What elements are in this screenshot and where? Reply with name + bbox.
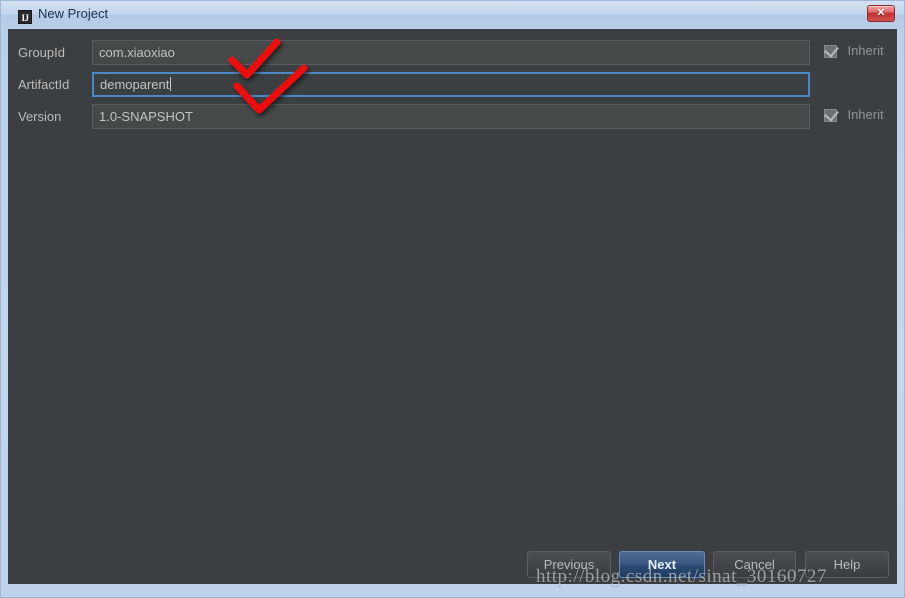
watermark-text: http://blog.csdn.net/sinat_30160727 bbox=[536, 566, 827, 587]
dialog-content: GroupId com.xiaoxiao Inherit ArtifactId … bbox=[8, 29, 897, 584]
intellij-idea-icon: IJ bbox=[18, 10, 32, 24]
label-artifactid: ArtifactId bbox=[18, 77, 70, 92]
inherit-version-checkbox[interactable] bbox=[824, 106, 839, 122]
form-row-version: Version 1.0-SNAPSHOT Inherit bbox=[8, 104, 897, 132]
window-title: New Project bbox=[38, 6, 109, 21]
version-input[interactable]: 1.0-SNAPSHOT bbox=[92, 104, 810, 129]
close-icon[interactable]: ✕ bbox=[867, 5, 895, 22]
inherit-groupid-checkbox[interactable] bbox=[824, 42, 839, 58]
inherit-groupid-label: Inherit bbox=[847, 43, 884, 58]
title-bar[interactable]: IJ New Project ✕ bbox=[0, 0, 905, 29]
form-row-groupid: GroupId com.xiaoxiao Inherit bbox=[8, 40, 897, 68]
artifactid-input[interactable]: demoparent bbox=[92, 72, 810, 97]
inherit-version[interactable]: Inherit bbox=[824, 106, 884, 127]
inherit-version-label: Inherit bbox=[847, 107, 884, 122]
form-row-artifactid: ArtifactId demoparent bbox=[8, 72, 897, 100]
text-caret bbox=[170, 77, 172, 91]
check-icon bbox=[824, 42, 839, 58]
inherit-groupid[interactable]: Inherit bbox=[824, 42, 884, 63]
check-icon bbox=[824, 106, 839, 122]
close-glyph: ✕ bbox=[876, 7, 886, 19]
label-version: Version bbox=[18, 109, 62, 124]
groupid-input[interactable]: com.xiaoxiao bbox=[92, 40, 810, 65]
dialog-window: IJ New Project ✕ GroupId com.xiaoxiao In… bbox=[0, 0, 905, 598]
label-groupid: GroupId bbox=[18, 45, 65, 60]
artifactid-value: demoparent bbox=[100, 77, 170, 92]
